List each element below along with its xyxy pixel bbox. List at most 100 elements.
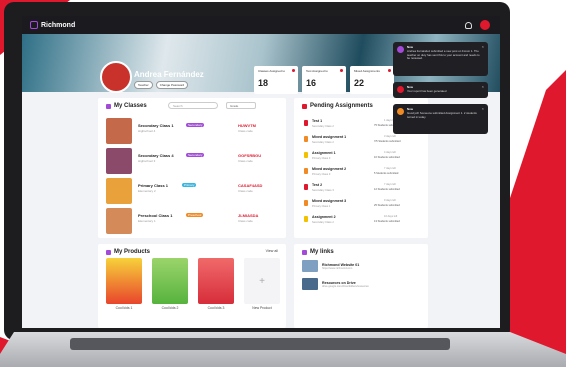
assignment-icon <box>304 152 308 158</box>
stat-dot-icon <box>292 69 295 72</box>
stat-dot-icon <box>340 69 343 72</box>
card-title: Pending Assignments <box>310 103 373 109</box>
assignment-row[interactable]: Assignment 1 Primary Class 3 4 days left… <box>304 150 416 164</box>
notification-toast[interactable]: Now Andrea Fernández submitted a new pos… <box>393 42 488 76</box>
my-products-card: My Products View all Cool kids 1 Cool ki… <box>98 244 286 328</box>
test-icon <box>304 120 308 126</box>
link-row[interactable]: Resources on Drive drive.google.com/driv… <box>302 278 369 290</box>
laptop-keyboard <box>70 338 450 350</box>
assignment-title: Assignment 1 <box>312 151 336 155</box>
assignment-title: Test 2 <box>312 183 323 187</box>
link-row[interactable]: Richmond Website 01 https://www.richmond… <box>302 260 359 272</box>
notification-avatar <box>397 86 404 93</box>
class-name: Preschool Class 1 <box>138 213 173 218</box>
class-row[interactable]: Preschool Class 1 Preschool Elementary 1… <box>106 208 270 234</box>
mixed-assignment-icon <box>304 136 308 142</box>
notification-body: Your report has been generated <box>407 89 447 93</box>
mixed-assignment-icon <box>304 168 308 174</box>
mixed-assignment-icon <box>304 200 308 206</box>
notification-body: Andrea Fernández submitted a new post on… <box>407 49 480 61</box>
class-row[interactable]: Secondary Class 4 Secondary Highschool 3… <box>106 148 270 174</box>
products-icon <box>106 249 111 255</box>
class-badge: Secondary <box>186 153 205 157</box>
class-code-label: Class code <box>238 189 253 193</box>
assignment-title: Test 1 <box>312 119 323 123</box>
class-subtitle: Highschool 3 <box>138 159 156 163</box>
class-badge: Primary <box>182 183 197 187</box>
assignment-due: 4 days left <box>384 151 396 154</box>
change-password-button[interactable]: Change Password <box>155 81 189 89</box>
class-badge: Preschool <box>186 213 204 217</box>
close-icon[interactable]: × <box>482 106 484 111</box>
view-all-link[interactable]: View all <box>266 249 278 253</box>
close-icon[interactable]: × <box>482 84 484 89</box>
class-code-label: Class code <box>238 219 253 223</box>
stat-card[interactable]: Test Assigned to 16 <box>302 66 346 94</box>
card-title: My Classes <box>114 103 147 109</box>
class-code-label: Class code <box>238 159 253 163</box>
stat-dot-icon <box>388 69 391 72</box>
product-cover <box>152 258 188 304</box>
stat-value: 22 <box>354 78 365 88</box>
product-label: Cool kids 2 <box>161 306 179 310</box>
product-label: Cool kids 3 <box>207 306 225 310</box>
card-title: My links <box>310 249 334 255</box>
assignment-icon <box>304 216 308 222</box>
assignment-row[interactable]: Mixed assignment 3 Primary Class 1 9 day… <box>304 198 416 212</box>
class-name: Primary Class 1 <box>138 183 169 188</box>
app-logo[interactable]: Richmond <box>30 21 75 29</box>
grade-select[interactable]: Grade <box>226 102 256 109</box>
product-item[interactable]: Cool kids 2 <box>152 258 188 310</box>
product-label: New Product <box>252 306 272 310</box>
assignment-class: Primary Class 1 <box>312 205 331 208</box>
close-icon[interactable]: × <box>482 44 484 49</box>
class-thumbnail <box>106 118 132 144</box>
class-row[interactable]: Secondary Class 1 Secondary Highschool 4… <box>106 118 270 144</box>
class-code: GOFSRBGU <box>238 153 262 158</box>
assignment-row[interactable]: Mixed assignment 1 Secondary Class 2 3 d… <box>304 134 416 148</box>
assignment-icon <box>302 103 307 109</box>
classes-icon <box>106 103 111 109</box>
assignment-status: 13 Students submitted <box>374 220 400 223</box>
assignment-title: Mixed assignment 1 <box>312 135 347 139</box>
bell-icon[interactable] <box>465 21 472 29</box>
links-icon <box>302 249 307 255</box>
profile-name: Andrea Fernández <box>134 70 204 79</box>
link-thumbnail <box>302 278 318 290</box>
link-title: Richmond Website 01 <box>322 262 360 267</box>
stat-label: Classes Assigned to <box>258 69 286 73</box>
class-code: CASAF4ASD <box>238 183 263 188</box>
assignment-due: 7 days left <box>384 167 396 170</box>
assignment-row[interactable]: Test 2 Secondary Class 3 7 days left 12 … <box>304 182 416 196</box>
user-avatar[interactable] <box>480 20 490 30</box>
class-code: JLMIASDA <box>238 213 259 218</box>
class-thumbnail <box>106 178 132 204</box>
assignment-status: 5 Students submitted <box>374 172 399 175</box>
notification-toast[interactable]: Now Your report has been generated × <box>393 82 488 98</box>
product-cover <box>106 258 142 304</box>
assignment-due: 3 days left <box>384 135 396 138</box>
class-subtitle: Elementary 2 <box>138 189 156 193</box>
notification-toast[interactable]: Now Good job! Someone submitted Assignme… <box>393 104 488 134</box>
new-product-button[interactable]: + New Product <box>244 258 280 310</box>
assignment-class: Primary Class 3 <box>312 157 331 160</box>
assignment-class: Secondary Class 2 <box>312 141 334 144</box>
test-icon <box>304 184 308 190</box>
stat-label: Mixed Assignments <box>354 69 380 73</box>
assignment-row[interactable]: Assignment 2 Secondary Class 2 10 days l… <box>304 214 416 228</box>
assignment-row[interactable]: Mixed assignment 2 Primary Class 3 7 day… <box>304 166 416 180</box>
notification-avatar <box>397 46 404 53</box>
assignment-class: Secondary Class 3 <box>312 189 334 192</box>
class-code-label: Class code <box>238 129 253 133</box>
top-navbar: Richmond <box>22 16 500 34</box>
stat-card[interactable]: Mixed Assignments 22 <box>350 66 394 94</box>
class-row[interactable]: Primary Class 1 Primary Elementary 2 CAS… <box>106 178 270 204</box>
class-search-input[interactable]: Search <box>168 102 218 109</box>
product-item[interactable]: Cool kids 1 <box>106 258 142 310</box>
assignment-status: 25 Students submitted <box>374 204 400 207</box>
stats-row: Classes Assigned to 18 Test Assigned to … <box>254 66 394 94</box>
stat-card[interactable]: Classes Assigned to 18 <box>254 66 298 94</box>
assignment-class: Primary Class 3 <box>312 173 331 176</box>
my-links-card: My links Richmond Website 01 https://www… <box>294 244 428 328</box>
product-item[interactable]: Cool kids 3 <box>198 258 234 310</box>
